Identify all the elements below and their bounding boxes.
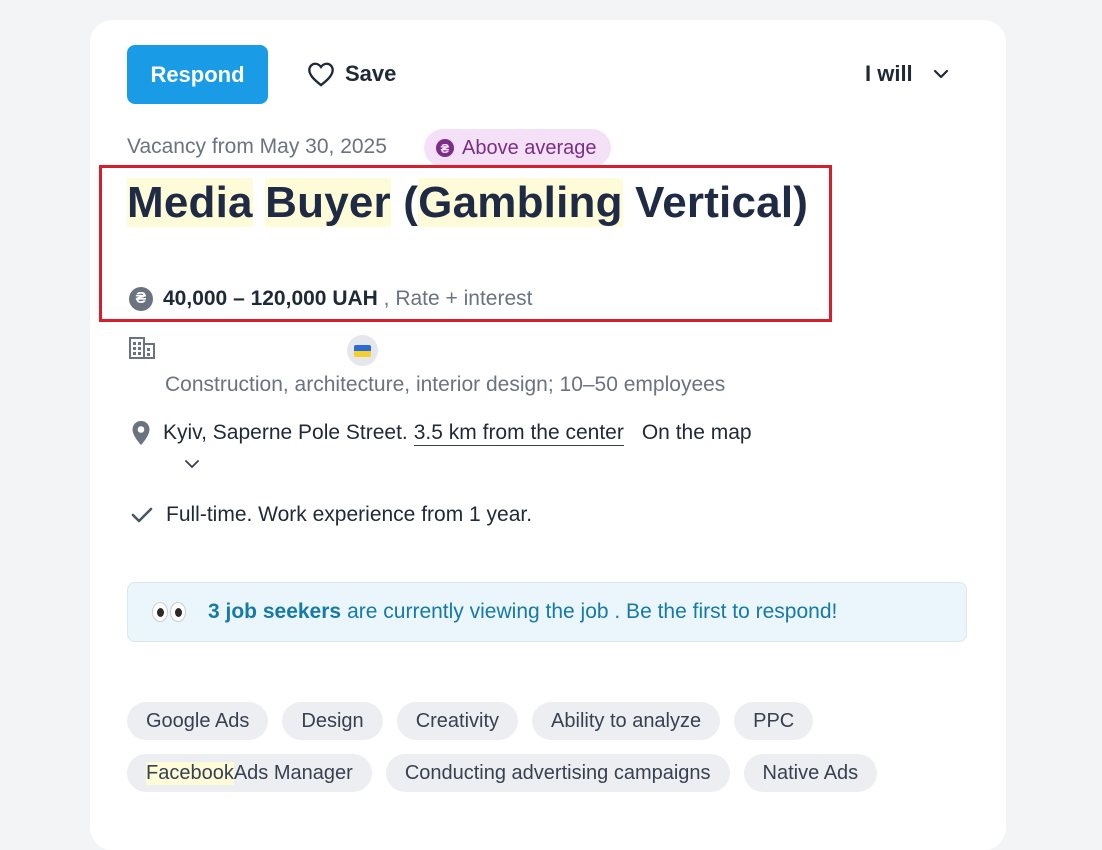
vacancy-date: Vacancy from May 30, 2025 [127,135,387,158]
viewers-message: are currently viewing the job . Be the f… [347,600,838,623]
skill-tag[interactable]: Native Ads [743,754,878,792]
respond-button[interactable]: Respond [127,45,268,104]
location-address: Kyiv, Saperne Pole Street. [163,421,408,444]
i-will-dropdown[interactable]: I will [865,58,949,90]
salary-level-label: Above average [462,136,597,159]
skill-tag[interactable]: Ability to analyze [532,702,721,740]
eyes-emoji-icon [152,602,186,622]
annotation-highlight-box [99,165,832,322]
viewers-count: 3 job seekers [208,600,342,623]
salary-level-badge: ₴ Above average [424,129,611,167]
skill-tag-highlight: Facebook [146,761,234,785]
company-description: Construction, architecture, interior des… [165,373,726,396]
distance-link[interactable]: 3.5 km from the center [413,421,624,446]
skill-tag-rest: Ads Manager [233,761,353,784]
heart-icon [308,62,334,87]
save-button[interactable]: Save [307,58,396,90]
ukraine-flag-icon [347,335,378,366]
skill-tag[interactable]: Creativity [396,702,519,740]
chevron-down-icon[interactable] [183,458,201,470]
building-icon [129,337,155,359]
company-row [129,335,389,366]
hryvnia-coin-icon: ₴ [436,139,454,157]
skill-tag[interactable]: Conducting advertising campaigns [385,754,730,792]
save-label: Save [345,61,397,86]
location-pin-icon [132,421,150,445]
skill-tag[interactable]: Facebook Ads Manager [127,754,372,792]
chevron-down-icon [933,69,948,79]
viewers-banner: 3 job seekers are currently viewing the … [127,582,967,642]
employment-text: Full-time. Work experience from 1 year. [166,503,533,526]
on-the-map-link[interactable]: On the map [642,421,752,445]
skill-tag[interactable]: Design [282,702,383,740]
skill-tag[interactable]: Google Ads [127,702,269,740]
employment-row: Full-time. Work experience from 1 year. [131,503,532,527]
i-will-label: I will [865,61,913,86]
location-row: Kyiv, Saperne Pole Street. 3.5 km from t… [131,420,752,446]
skills-tags: Google Ads Design Creativity Ability to … [127,702,947,806]
skill-tag[interactable]: PPC [734,702,814,740]
checkmark-icon [131,507,153,523]
